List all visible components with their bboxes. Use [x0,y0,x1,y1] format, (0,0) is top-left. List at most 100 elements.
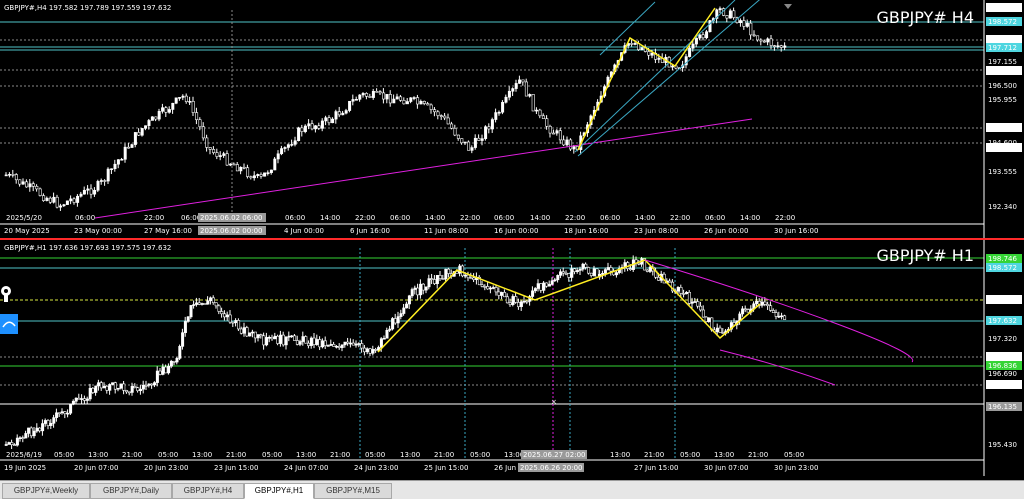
h4-candle [759,39,763,42]
h4-candle [701,34,705,39]
time-label: 13:00 [610,451,630,459]
h1-candle [783,315,787,320]
h4-candle [436,111,440,116]
h1-candle [195,302,199,305]
h1-candle [447,268,451,274]
h1-candle [186,316,190,322]
h1-candle [301,336,305,342]
h4-candle [569,139,573,150]
h1-candle [486,286,490,290]
date-label: 30 Jun 07:00 [704,464,748,472]
h1-candle [108,384,112,391]
h1-candle [503,292,507,298]
tab-gbpjpy-m15[interactable]: GBPJPY#,M15 [314,483,392,499]
tab-gbpjpy-h4[interactable]: GBPJPY#,H4 [172,483,244,499]
h1-candle [41,423,45,432]
h1-chart-pane[interactable]: × 198.746 198.572 198.000 197.632 197.320 197.… [0,240,1024,476]
time-label: 13:00 [88,451,108,459]
chart-toggle-icon[interactable] [0,314,18,334]
h4-candle [382,92,386,100]
time-label: 21:00 [330,451,350,459]
h1-info-bar: GBPJPY#,H1 197.636 197.693 197.575 197.6… [4,244,172,252]
time-label: 21:00 [644,451,664,459]
h4-candle [528,94,532,97]
h1-candle [360,343,364,349]
h1-candle [637,262,641,265]
h4-candle [242,166,246,169]
h4-candle [106,168,110,182]
h1-candle [52,417,56,424]
h1-candle [539,283,543,291]
h4-candle [477,137,481,141]
h1-candle [265,337,269,346]
h4-candle [742,20,746,27]
h1-candle [427,278,431,288]
tab-gbpjpy-daily[interactable]: GBPJPY#,Daily [90,483,172,499]
h1-candle [307,342,311,346]
h4-candle [378,91,382,94]
h1-candle [91,387,95,393]
h1-candle [424,286,428,291]
h1-candle [500,292,504,296]
h1-candle [615,272,619,276]
price-tick-label: 195.430 [988,441,1017,449]
h4-candle [419,100,423,105]
tab-gbpjpy-weekly[interactable]: GBPJPY#,Weekly [2,483,90,499]
h1-candle [340,344,344,348]
tab-gbpjpy-h1[interactable]: GBPJPY#,H1 [244,483,314,499]
h1-candle [206,300,210,305]
pen-icon[interactable] [0,284,18,304]
h4-candle [110,168,114,171]
h1-chart-canvas[interactable]: × 198.746198.572 198.000 197.632 197.320 197.… [0,240,1024,476]
h4-candle [497,111,501,114]
h4-info-bar: GBPJPY#,H4 197.582 197.789 197.559 197.6… [4,4,172,12]
h1-candle [239,328,243,334]
h4-candle [507,90,511,98]
h1-candle [679,287,683,294]
h4-candle [463,141,467,144]
h1-candle [433,279,437,284]
h1-candle [346,341,350,344]
h1-candle [323,340,327,346]
time-label: 05:00 [365,451,385,459]
h1-candle [326,345,330,347]
h1-candle [592,268,596,276]
time-label: 21:00 [748,451,768,459]
h4-candle [99,180,103,182]
h1-candle [609,267,613,272]
time-label: 2025/6/19 [6,451,42,459]
h1-candle [469,277,473,280]
h1-candle [7,442,11,445]
h1-candle [505,296,509,304]
h4-candle [310,123,314,130]
h1-candle [396,316,400,324]
h4-candle [269,169,273,173]
h4-candle [147,120,151,126]
h4-candle [55,196,59,208]
h1-candle [668,280,672,283]
h1-candle [687,292,691,304]
h1-candle [85,398,89,401]
h4-candle [65,200,69,205]
h4-candle [694,37,698,45]
h4-candle [769,38,773,46]
h4-chart-canvas[interactable]: 199.150 198.572 198.000197.712 197.155197.0… [0,0,1024,238]
h4-candle [171,102,175,110]
h4-candle [344,110,348,114]
price-tick-label: 196.500 [988,82,1017,90]
h4-candle [484,126,488,139]
h4-chart-pane[interactable]: 199.150 198.572 198.000 197.712 197.155 197.0… [0,0,1024,238]
h1-candle [690,301,694,304]
h4-candle [320,120,324,129]
h1-candle [603,269,607,274]
h4-candle [470,147,474,151]
h1-candle [273,335,277,340]
time-label: 05:00 [158,451,178,459]
h1-candle [542,282,546,291]
h1-candle [438,275,442,279]
h1-candle [547,284,551,287]
h4-candle [150,116,154,121]
h1-candle [139,388,143,392]
h4-candle [405,101,409,105]
h4-candle [113,163,117,170]
